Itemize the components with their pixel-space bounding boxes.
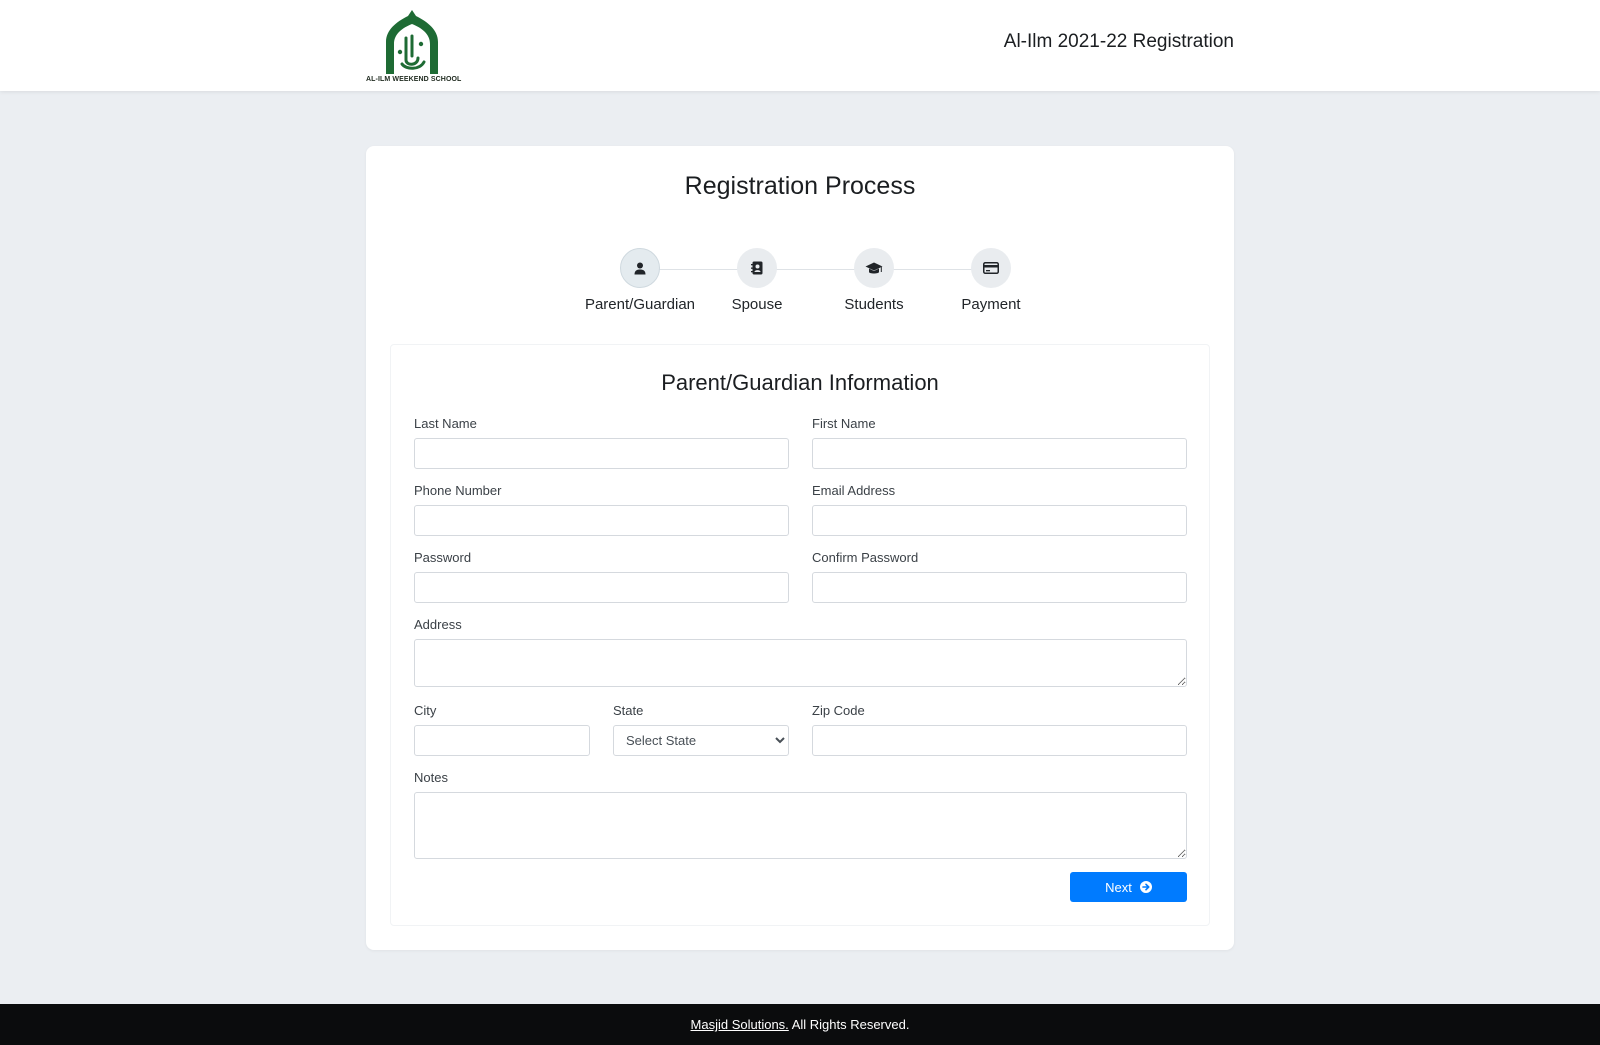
phone-label: Phone Number — [414, 483, 502, 498]
city-input[interactable] — [414, 725, 590, 756]
state-field: State Select State — [613, 702, 789, 756]
email-label: Email Address — [812, 483, 896, 498]
step-students[interactable]: Students — [809, 248, 939, 313]
confirm-password-label: Confirm Password — [812, 550, 919, 565]
footer-rights-text: All Rights Reserved. — [788, 1017, 910, 1032]
password-label: Password — [414, 550, 472, 565]
step-spouse[interactable]: Spouse — [692, 248, 822, 313]
first-name-field: First Name — [812, 415, 1187, 469]
last-name-field: Last Name — [414, 415, 789, 469]
graduation-cap-icon — [865, 262, 883, 273]
step-progress: Parent/Guardian Spouse Students Payment — [366, 248, 1234, 318]
notes-label: Notes — [414, 770, 448, 785]
step-circle — [737, 248, 777, 288]
first-name-input[interactable] — [812, 438, 1187, 469]
next-button[interactable]: Next — [1070, 872, 1187, 902]
phone-field: Phone Number — [414, 482, 789, 536]
first-name-label: First Name — [812, 416, 876, 431]
masjid-solutions-link[interactable]: Masjid Solutions. — [691, 1017, 789, 1032]
zip-code-input[interactable] — [812, 725, 1187, 756]
registration-card: Registration Process Parent/Guardian Spo… — [366, 146, 1234, 950]
credit-card-icon — [983, 262, 999, 274]
password-input[interactable] — [414, 572, 789, 603]
city-label: City — [414, 703, 437, 718]
step-label: Students — [844, 296, 904, 313]
step-circle — [971, 248, 1011, 288]
email-input[interactable] — [812, 505, 1187, 536]
parent-guardian-form: Parent/Guardian Information Last Name Fi… — [390, 344, 1210, 926]
step-circle — [854, 248, 894, 288]
address-book-icon — [750, 261, 762, 275]
page-footer: Masjid Solutions. All Rights Reserved. — [0, 1004, 1600, 1045]
address-field: Address — [414, 616, 1187, 687]
confirm-password-field: Confirm Password — [812, 549, 1187, 603]
step-circle — [620, 248, 660, 288]
notes-input[interactable] — [414, 792, 1187, 859]
address-label: Address — [414, 617, 462, 632]
last-name-label: Last Name — [414, 416, 477, 431]
school-logo[interactable]: AL-ILM WEEKEND SCHOOL — [366, 8, 462, 86]
step-label: Spouse — [731, 296, 783, 313]
zip-code-label: Zip Code — [812, 703, 865, 718]
step-label: Payment — [961, 296, 1021, 313]
state-label: State — [613, 703, 644, 718]
address-input[interactable] — [414, 639, 1187, 687]
last-name-input[interactable] — [414, 438, 789, 469]
phone-input[interactable] — [414, 505, 789, 536]
form-title: Parent/Guardian Information — [661, 370, 939, 395]
page-title: Registration Process — [684, 172, 916, 200]
logo-text: AL-ILM WEEKEND SCHOOL — [366, 76, 462, 83]
city-field: City — [414, 702, 590, 756]
notes-field: Notes — [414, 769, 1187, 859]
user-icon — [634, 262, 646, 274]
step-payment[interactable]: Payment — [926, 248, 1056, 313]
password-field: Password — [414, 549, 789, 603]
header-title: Al-Ilm 2021-22 Registration — [1003, 31, 1234, 52]
confirm-password-input[interactable] — [812, 572, 1187, 603]
top-header: AL-ILM WEEKEND SCHOOL Al-Ilm 2021-22 Reg… — [0, 0, 1600, 91]
state-select[interactable]: Select State — [613, 725, 789, 756]
mosque-logo-icon — [386, 10, 438, 74]
zip-code-field: Zip Code — [812, 702, 1187, 756]
step-parent-guardian[interactable]: Parent/Guardian — [575, 248, 705, 313]
next-button-label: Next — [1105, 879, 1132, 895]
arrow-circle-right-icon — [1139, 881, 1152, 893]
email-field: Email Address — [812, 482, 1187, 536]
step-label: Parent/Guardian — [584, 296, 696, 313]
